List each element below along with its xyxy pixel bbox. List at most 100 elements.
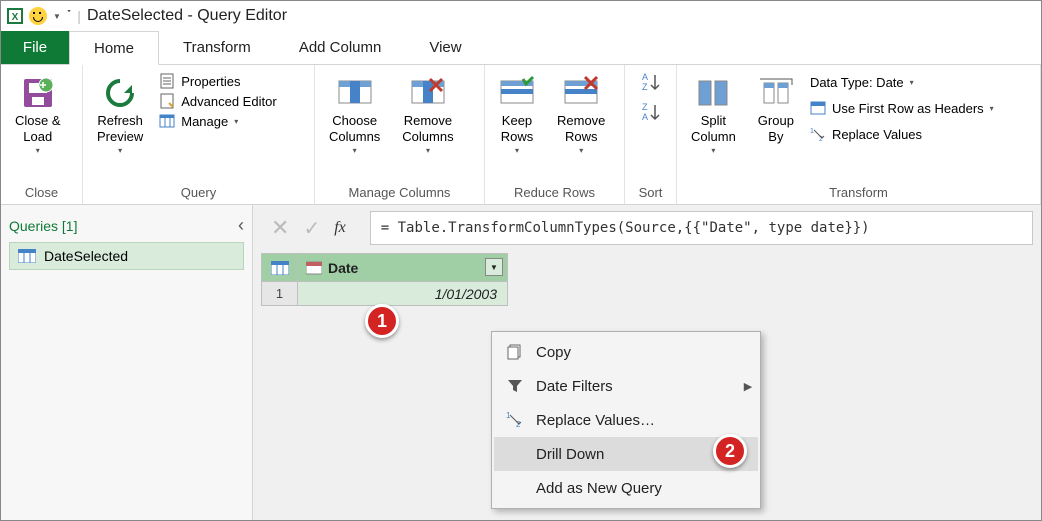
refresh-preview-button[interactable]: Refresh Preview ▾: [91, 71, 149, 159]
group-label-close: Close: [9, 183, 74, 202]
svg-text:1: 1: [810, 128, 814, 135]
replace-values-button[interactable]: 12 Replace Values: [810, 126, 994, 142]
ribbon: Close & Load ▾ Close Refresh Preview ▾ P…: [1, 65, 1041, 205]
group-by-label: Group By: [758, 113, 794, 144]
group-by-button[interactable]: Group By: [752, 71, 800, 148]
tab-file[interactable]: File: [1, 31, 69, 64]
svg-text:A: A: [642, 112, 648, 122]
callout-badge-1: 1: [365, 304, 399, 338]
window-title: DateSelected - Query Editor: [87, 7, 287, 25]
fx-icon[interactable]: fx: [334, 219, 346, 237]
separator: |: [77, 8, 81, 24]
queries-sidebar: Queries [1] ‹ DateSelected: [1, 205, 253, 520]
manage-button[interactable]: Manage ▾: [159, 113, 276, 129]
group-label-sort: Sort: [633, 183, 668, 202]
keep-rows-button[interactable]: Keep Rows ▾: [493, 71, 541, 159]
tab-view[interactable]: View: [405, 31, 485, 64]
split-column-button[interactable]: Split Column ▾: [685, 71, 742, 159]
remove-columns-icon: [410, 75, 446, 111]
sort-desc-button[interactable]: ZA: [639, 101, 663, 123]
data-type-label: Data Type: Date: [810, 75, 904, 90]
formula-bar: ✕ ✓ fx: [261, 211, 1033, 245]
column-filter-button[interactable]: ▼: [485, 258, 503, 276]
first-row-label: Use First Row as Headers: [832, 101, 984, 116]
menu-label: Copy: [536, 344, 738, 361]
svg-text:Z: Z: [642, 102, 648, 112]
row-number: 1: [262, 282, 298, 306]
refresh-icon: [102, 75, 138, 111]
chevron-down-icon: ▾: [426, 146, 430, 155]
tab-strip: File Home Transform Add Column View: [1, 31, 1041, 65]
table-icon: [271, 261, 289, 275]
callout-badge-2: 2: [713, 434, 747, 468]
remove-columns-button[interactable]: Remove Columns ▾: [396, 71, 459, 159]
remove-rows-button[interactable]: Remove Rows ▾: [551, 71, 611, 159]
group-label-manage-columns: Manage Columns: [323, 183, 476, 202]
cell-value[interactable]: 1/01/2003: [298, 282, 508, 306]
chevron-down-icon: ▾: [579, 146, 583, 155]
grid-corner[interactable]: [262, 254, 298, 282]
choose-columns-button[interactable]: Choose Columns ▾: [323, 71, 386, 159]
replace-values-label: Replace Values: [832, 127, 922, 142]
collapse-sidebar-button[interactable]: ‹: [238, 215, 244, 236]
tab-add-column[interactable]: Add Column: [275, 31, 406, 64]
table-row[interactable]: 1 1/01/2003: [262, 282, 508, 306]
data-type-button[interactable]: Data Type: Date ▾: [810, 75, 994, 90]
formula-input[interactable]: [370, 211, 1033, 245]
smiley-icon[interactable]: [29, 7, 47, 25]
replace-values-icon: 12: [810, 126, 826, 142]
split-column-icon: [695, 75, 731, 111]
accept-formula-button[interactable]: ✓: [303, 216, 320, 241]
chevron-down-icon: ▾: [118, 146, 122, 155]
advanced-editor-button[interactable]: Advanced Editor: [159, 93, 276, 109]
chevron-down-icon[interactable]: 🢓: [67, 9, 71, 23]
chevron-down-icon: ▾: [515, 146, 519, 155]
table-icon: [810, 100, 826, 116]
column-header-label: Date: [328, 260, 358, 276]
menu-item-add-as-new-query[interactable]: Add as New Query: [494, 471, 758, 505]
chevron-down-icon: ▾: [711, 146, 715, 155]
first-row-headers-button[interactable]: Use First Row as Headers ▾: [810, 100, 994, 116]
chevron-down-icon: ▾: [36, 146, 40, 155]
tab-home[interactable]: Home: [69, 31, 159, 65]
tab-transform[interactable]: Transform: [159, 31, 275, 64]
table-icon: [159, 113, 175, 129]
keep-rows-label: Keep Rows: [501, 113, 534, 144]
cancel-formula-button[interactable]: ✕: [271, 215, 289, 241]
chevron-down-icon: ▾: [990, 104, 994, 113]
chevron-right-icon: ▶: [738, 380, 758, 393]
properties-label: Properties: [181, 74, 240, 89]
menu-label: Replace Values…: [536, 412, 738, 429]
chevron-down-icon: ▾: [234, 117, 238, 126]
column-header[interactable]: Date ▼: [298, 254, 508, 282]
advanced-editor-label: Advanced Editor: [181, 94, 276, 109]
properties-icon: [159, 73, 175, 89]
query-item[interactable]: DateSelected: [9, 242, 244, 270]
svg-text:Z: Z: [642, 82, 648, 92]
excel-icon: X: [7, 8, 23, 24]
choose-columns-icon: [337, 75, 373, 111]
menu-item-copy[interactable]: Copy: [494, 335, 758, 369]
group-label-query: Query: [91, 183, 306, 202]
menu-label: Add as New Query: [536, 480, 738, 497]
group-label-transform: Transform: [685, 183, 1032, 202]
title-bar: X ▼ 🢓 | DateSelected - Query Editor: [1, 1, 1041, 31]
chevron-down-icon[interactable]: ▼: [53, 12, 61, 21]
menu-label: Date Filters: [536, 378, 738, 395]
group-by-icon: [758, 75, 794, 111]
choose-columns-label: Choose Columns: [329, 113, 380, 144]
close-and-load-button[interactable]: Close & Load ▾: [9, 71, 67, 159]
data-grid: Date ▼ 1 1/01/2003: [261, 253, 508, 306]
date-type-icon: [306, 261, 322, 275]
menu-item-date-filters[interactable]: Date Filters ▶: [494, 369, 758, 403]
remove-rows-icon: [563, 75, 599, 111]
filter-icon: [506, 377, 524, 395]
svg-text:A: A: [642, 72, 648, 82]
sort-asc-button[interactable]: AZ: [639, 71, 663, 93]
menu-item-replace-values[interactable]: 12 Replace Values…: [494, 403, 758, 437]
advanced-editor-icon: [159, 93, 175, 109]
keep-rows-icon: [499, 75, 535, 111]
replace-values-icon: 12: [506, 411, 524, 429]
properties-button[interactable]: Properties: [159, 73, 276, 89]
context-menu: Copy Date Filters ▶ 12 Replace Values… D…: [491, 331, 761, 509]
